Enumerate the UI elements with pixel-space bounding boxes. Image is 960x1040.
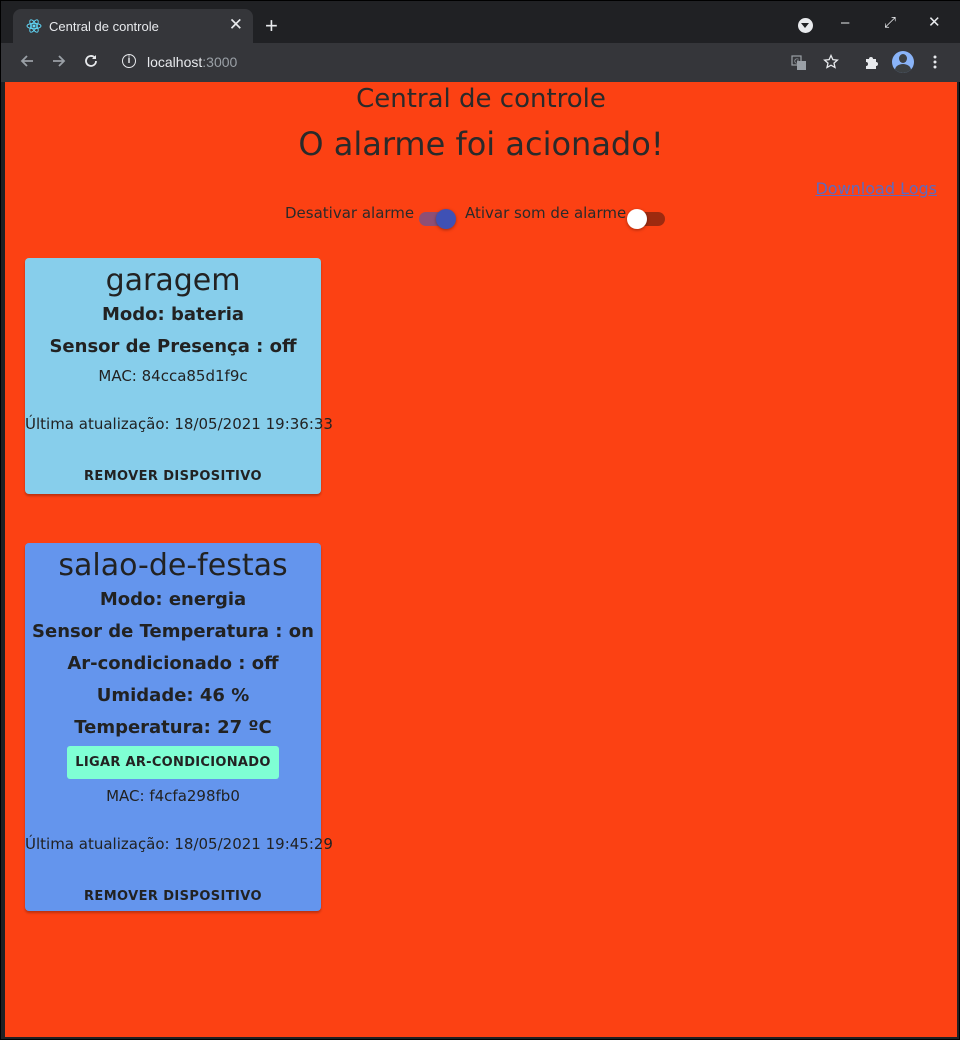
device-card-garagem: garagem Modo: bateria Sensor de Presença… xyxy=(25,258,333,494)
device-card-salao-de-festas: salao-de-festas Modo: energia Sensor de … xyxy=(25,543,333,911)
disable-alarm-thumb[interactable] xyxy=(436,209,456,229)
device-sensor: Sensor de Presença : off xyxy=(49,336,297,357)
tab-strip: Central de controle ✕ + – ⤢ ✕ xyxy=(1,1,960,43)
url-host: localhost xyxy=(147,54,203,70)
device-mac: MAC: f4cfa298fb0 xyxy=(106,787,240,805)
page-title: Central de controle xyxy=(356,84,606,114)
remove-device-button[interactable]: REMOVER DISPOSITIVO xyxy=(84,889,262,904)
device-name: garagem xyxy=(105,263,241,298)
svg-text:G: G xyxy=(794,58,799,66)
device-name: salao-de-festas xyxy=(58,548,288,583)
device-temperature: Temperatura: 27 ºC xyxy=(74,717,272,738)
tab-central-de-controle[interactable]: Central de controle ✕ xyxy=(13,9,253,43)
url-port: :3000 xyxy=(202,54,238,70)
alarm-message: O alarme foi acionado! xyxy=(298,125,664,163)
browser-toolbar: i localhost:3000 G xyxy=(1,43,960,82)
kebab-menu-icon[interactable] xyxy=(927,54,943,70)
device-mac: MAC: 84cca85d1f9c xyxy=(98,367,248,385)
forward-arrow-icon[interactable] xyxy=(51,53,67,69)
profile-dropdown-icon[interactable] xyxy=(798,18,813,33)
translate-icon[interactable]: G xyxy=(791,55,807,71)
device-mode: Modo: energia xyxy=(99,589,247,610)
star-icon[interactable] xyxy=(823,54,839,70)
page-content: Central de controle O alarme foi acionad… xyxy=(5,82,957,1037)
device-humidity: Umidade: 46 % xyxy=(96,685,250,706)
alarm-sound-thumb[interactable] xyxy=(627,209,647,229)
alarm-sound-label: Ativar som de alarme xyxy=(465,204,627,222)
tab-title: Central de controle xyxy=(49,19,159,34)
remove-device-button[interactable]: REMOVER DISPOSITIVO xyxy=(84,469,262,484)
turn-on-ac-button[interactable]: LIGAR AR-CONDICIONADO xyxy=(67,746,279,779)
reload-icon[interactable] xyxy=(83,53,99,69)
device-last-update: Última atualização: 18/05/2021 19:36:33 xyxy=(25,415,333,433)
browser-window: Central de controle ✕ + – ⤢ ✕ i localhos… xyxy=(0,0,960,1040)
tab-close-icon[interactable]: ✕ xyxy=(229,16,243,34)
new-tab-button[interactable]: + xyxy=(265,15,278,37)
react-icon xyxy=(26,19,42,33)
back-arrow-icon[interactable] xyxy=(19,53,35,69)
minimize-button[interactable]: – xyxy=(841,13,849,33)
avatar[interactable] xyxy=(892,51,914,73)
info-icon[interactable]: i xyxy=(122,54,136,68)
disable-alarm-label: Desativar alarme xyxy=(285,204,415,222)
device-last-update: Última atualização: 18/05/2021 19:45:29 xyxy=(25,835,333,853)
maximize-button[interactable]: ⤢ xyxy=(884,13,896,33)
address-bar[interactable]: localhost:3000 xyxy=(147,54,237,70)
device-sensor: Sensor de Temperatura : on xyxy=(32,621,314,642)
extensions-icon[interactable] xyxy=(863,54,879,70)
download-logs-link[interactable]: Download Logs xyxy=(815,179,937,198)
device-mode: Modo: bateria xyxy=(101,304,245,325)
close-window-button[interactable]: ✕ xyxy=(928,13,941,33)
device-ac-status: Ar-condicionado : off xyxy=(67,653,279,674)
